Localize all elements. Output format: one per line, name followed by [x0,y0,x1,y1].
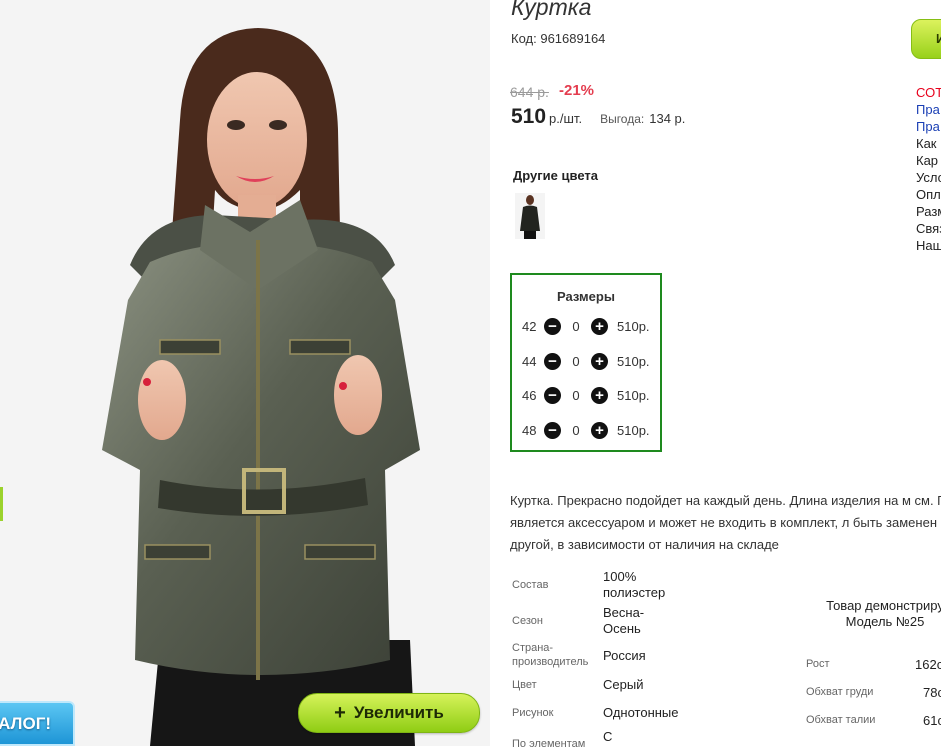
model-param-value: 162с [915,657,941,672]
property-value: С [603,729,613,744]
size-price: 510р. [617,318,650,334]
minus-icon[interactable]: − [544,317,561,335]
info-link[interactable]: Опл [916,186,941,203]
size-quantity: 0 [572,318,580,334]
plus-icon[interactable]: + [591,386,608,404]
plus-icon[interactable]: + [591,317,608,335]
product-code: Код: 961689164 [511,31,605,46]
discount-badge: -21% [559,82,595,99]
plus-icon[interactable]: + [591,352,608,370]
model-param-value: 78с [923,685,941,700]
info-link[interactable]: Пра [916,101,941,118]
size-label: 42 [522,318,537,334]
jacket-thumbnail-icon [515,193,545,239]
info-links: СОТ Пра Пра Как Кар Усло Опл Разм Связ Н… [916,84,941,254]
size-price: 510р. [617,422,650,438]
price-row: 510 р./шт. Выгода: 134 р. [511,105,685,129]
property-value: Весна-Осень [603,605,645,636]
product-title: Куртка [511,0,592,20]
plus-icon[interactable]: + [591,421,608,439]
size-quantity: 0 [572,353,580,369]
zoom-button[interactable]: + Увеличить [298,693,480,733]
model-param-label: Обхват груди [806,686,874,698]
property-label: Состав [512,579,549,591]
sizes-title: Размеры [557,289,615,304]
property-value: 100% полиэстер [603,569,666,600]
size-row-46: 46 − 0 + 510р. [522,386,650,404]
property-value: Однотонные [603,705,679,720]
info-link[interactable]: Усло [916,169,941,186]
model-in-jacket-image [0,0,490,746]
price-unit: р./шт. [549,111,583,126]
product-code-value: 961689164 [540,31,606,46]
old-price: 644 р. [510,84,549,100]
product-code-label: Код: [511,31,537,46]
catalog-badge-label: ТАЛОГ! [0,713,51,733]
model-param-value: 61с [923,713,941,728]
info-link[interactable]: Связ [916,220,941,237]
model-info: Товар демонстриру Модель №25 [800,598,941,630]
size-row-48: 48 − 0 + 510р. [522,421,650,439]
size-label: 44 [522,353,537,369]
catalog-badge[interactable]: ТАЛОГ! [0,701,75,746]
benefit-label: Выгода: [600,112,645,126]
property-value: Серый [603,677,644,692]
size-quantity: 0 [572,387,580,403]
add-to-cart-button[interactable]: И [911,19,941,59]
model-info-line1: Товар демонстриру [826,598,941,613]
model-param-label: Рост [806,658,830,670]
gallery-prev-handle[interactable] [0,487,3,521]
info-link[interactable]: Разм [916,203,941,220]
add-to-cart-label: И [936,31,941,46]
minus-icon[interactable]: − [544,386,561,404]
property-label: Цвет [512,679,537,691]
zoom-button-label: Увеличить [353,703,444,722]
product-description: Куртка. Прекрасно подойдет на каждый ден… [510,493,941,552]
property-label: Сезон [512,615,543,627]
info-link[interactable]: Кар [916,152,941,169]
property-value: Россия [603,648,646,663]
size-quantity: 0 [572,422,580,438]
size-row-42: 42 − 0 + 510р. [522,317,650,335]
property-label: Страна-производитель [512,642,589,668]
other-colors-title: Другие цвета [513,168,598,183]
minus-icon[interactable]: − [544,352,561,370]
color-thumbnail[interactable] [515,193,545,239]
size-label: 46 [522,387,537,403]
minus-icon[interactable]: − [544,421,561,439]
info-link[interactable]: Наш [916,237,941,254]
model-info-line2: Модель №25 [845,614,925,629]
model-param-label: Обхват талии [806,714,876,726]
product-photo[interactable] [0,0,490,746]
info-link[interactable]: Как [916,135,941,152]
property-label: По элементам [512,738,586,750]
plus-icon: + [334,702,346,724]
size-row-44: 44 − 0 + 510р. [522,352,650,370]
property-label: Рисунок [512,707,554,719]
size-label: 48 [522,422,537,438]
info-link[interactable]: СОТ [916,84,941,101]
sizes-panel: Размеры 42 − 0 + 510р. 44 − 0 + 510р. 46… [510,273,662,452]
size-price: 510р. [617,387,650,403]
benefit-value: 134 р. [649,111,686,126]
info-link[interactable]: Пра [916,118,941,135]
price-value: 510 [511,105,547,128]
size-price: 510р. [617,353,650,369]
